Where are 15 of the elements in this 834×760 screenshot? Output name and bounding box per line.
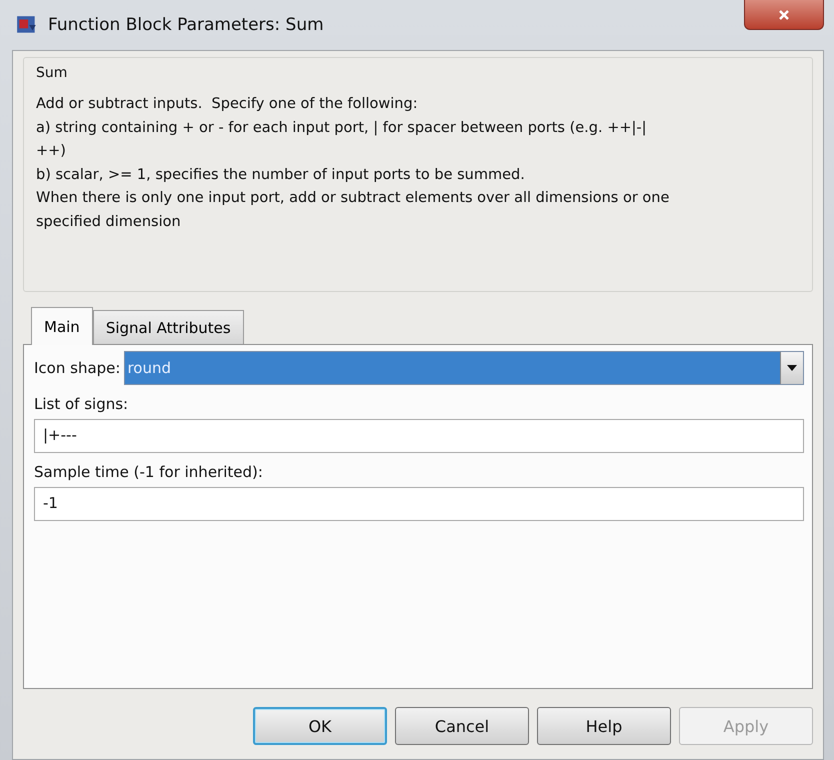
field-label: List of signs: — [34, 395, 130, 413]
dialog-button[interactable]: OK — [253, 707, 387, 745]
field-label: Sample time (-1 for inherited): — [34, 463, 264, 481]
dialog-button[interactable]: Cancel — [395, 707, 529, 745]
group-title: Sum — [36, 65, 68, 81]
window-title: Function Block Parameters: Sum — [48, 15, 324, 35]
tab[interactable]: Signal Attributes — [92, 310, 244, 344]
tab[interactable]: Main — [31, 307, 93, 345]
description-text: Add or subtract inputs. Specify one of the following: a) string containing + or - for each input port, | for spacer between ports (e.g. ++|-| ++) b) scalar, >= 1, specifies the number of input ports to be summed. When there is only one input port, add or subtract elements over all dimensions or one specified dimension — [36, 95, 670, 232]
close-icon — [778, 8, 790, 20]
input-field[interactable]: -1 — [34, 487, 804, 521]
field-label: Icon shape: — [34, 359, 120, 377]
close-button[interactable] — [744, 0, 824, 30]
dialog-button[interactable]: Help — [537, 707, 671, 745]
input-field[interactable]: |+--- — [34, 419, 804, 453]
